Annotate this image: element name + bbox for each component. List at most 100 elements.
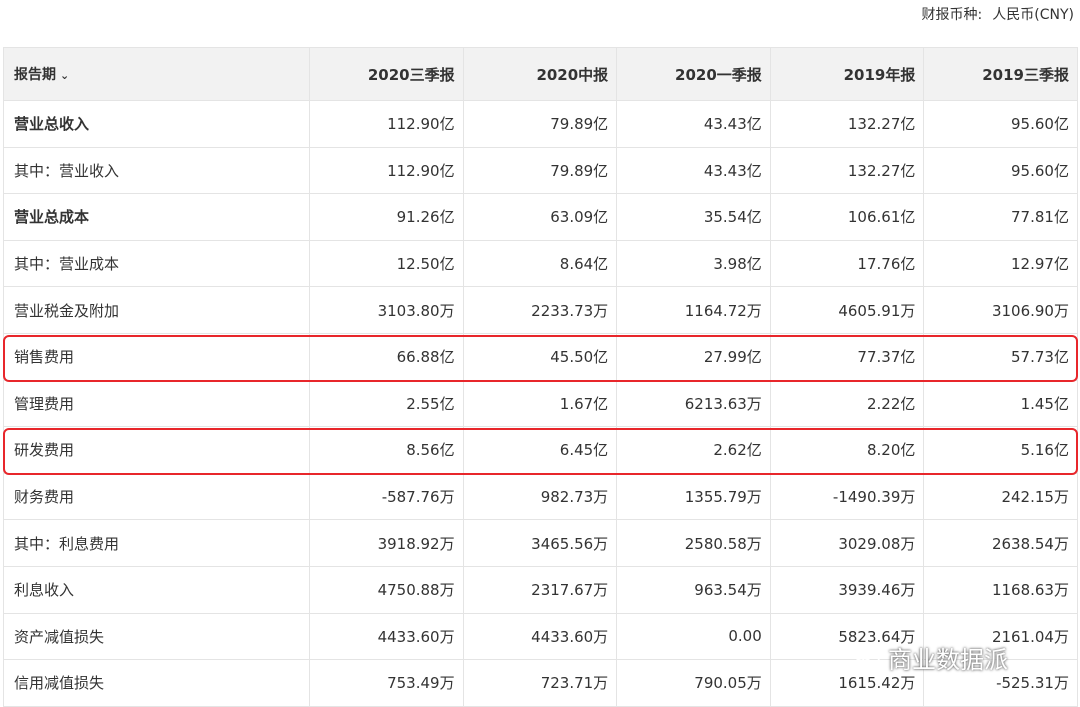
table-row: 销售费用 66.88亿 45.50亿 27.99亿 77.37亿 57.73亿 (3, 332, 1078, 381)
table-cell: 963.54万 (616, 565, 771, 614)
table-row: 营业税金及附加 3103.80万 2233.73万 1164.72万 4605.91万 3… (3, 286, 1078, 334)
table-cell: 2233.73万 (462, 286, 618, 334)
table-cell: 43.43亿 (616, 146, 771, 195)
table-cell: 6213.63万 (616, 379, 771, 428)
table-cell: 5.16亿 (923, 426, 1078, 474)
table-row: 研发费用 8.56亿 6.45亿 2.62亿 8.20亿 5.16亿 (3, 426, 1078, 474)
row-label: 信用减值损失 (3, 659, 310, 707)
column-header: 2020一季报 (616, 47, 771, 101)
row-label: 营业总成本 (3, 193, 310, 241)
table-cell: 3939.46万 (769, 565, 925, 614)
table-cell: 17.76亿 (769, 239, 925, 288)
table-cell: 0.00 (616, 612, 771, 661)
table-row: 营业总收入 112.90亿 79.89亿 43.43亿 132.27亿 95.60亿 (3, 100, 1078, 148)
table-cell: 12.97亿 (923, 239, 1078, 288)
table-cell: 1355.79万 (616, 472, 771, 521)
table-cell: 1164.72万 (616, 286, 771, 334)
table-cell: 723.71万 (462, 659, 618, 707)
currency-indicator: 财报币种: 人民币(CNY) (922, 4, 1074, 24)
table-cell: 35.54亿 (616, 193, 771, 241)
table-cell: 57.73亿 (923, 332, 1078, 381)
column-header: 2020三季报 (309, 47, 464, 101)
table-cell: 753.49万 (309, 659, 464, 707)
row-label: 其中：营业成本 (3, 239, 310, 288)
table-cell: 1168.63万 (923, 565, 1078, 614)
row-label: 研发费用 (3, 426, 310, 474)
period-selector[interactable]: 报告期 ⌄ (3, 47, 310, 101)
column-header: 2019年报 (769, 47, 925, 101)
table-cell: 132.27亿 (769, 100, 925, 148)
table-row: 其中：营业成本 12.50亿 8.64亿 3.98亿 17.76亿 12.97亿 (3, 239, 1078, 288)
table-cell: 112.90亿 (309, 100, 464, 148)
table-cell: 43.43亿 (616, 100, 771, 148)
currency-label: 财报币种: (921, 7, 983, 23)
table-cell: 106.61亿 (769, 193, 925, 241)
table-cell: 45.50亿 (462, 332, 618, 381)
table-cell: 77.37亿 (769, 332, 925, 381)
table-cell: 1.67亿 (462, 379, 618, 428)
row-label: 营业总收入 (3, 100, 310, 148)
watermark: 商业数据派 (852, 640, 1008, 675)
table-cell: 95.60亿 (923, 146, 1078, 195)
table-cell: 4605.91万 (769, 286, 925, 334)
chevron-down-icon: ⌄ (60, 68, 70, 82)
table-cell: 3918.92万 (309, 519, 464, 567)
row-label: 其中：营业收入 (3, 146, 310, 195)
row-label: 营业税金及附加 (3, 286, 310, 334)
table-cell: 2317.67万 (462, 565, 618, 614)
table-row: 利息收入 4750.88万 2317.67万 963.54万 3939.46万 1168.… (3, 565, 1078, 614)
row-label: 资产减值损失 (3, 612, 310, 661)
table-cell: 2.22亿 (769, 379, 925, 428)
table-cell: 95.60亿 (923, 100, 1078, 148)
row-label: 销售费用 (3, 332, 310, 381)
table-cell: -587.76万 (309, 472, 464, 521)
table-cell: 132.27亿 (769, 146, 925, 195)
table-cell: 112.90亿 (309, 146, 464, 195)
table-cell: 1.45亿 (923, 379, 1078, 428)
table-cell: 2.62亿 (616, 426, 771, 474)
currency-value: 人民币(CNY) (992, 7, 1074, 23)
table-cell: 3465.56万 (462, 519, 618, 567)
table-cell: 91.26亿 (309, 193, 464, 241)
table-row: 其中：营业收入 112.90亿 79.89亿 43.43亿 132.27亿 95.60亿 (3, 146, 1078, 195)
row-label: 利息收入 (3, 565, 310, 614)
table-row: 营业总成本 91.26亿 63.09亿 35.54亿 106.61亿 77.81亿 (3, 193, 1078, 241)
table-header-row: 报告期 ⌄ 2020三季报 2020中报 2020一季报 2019年报 2019三… (3, 47, 1078, 101)
table-cell: 4433.60万 (309, 612, 464, 661)
table-row: 其中：利息费用 3918.92万 3465.56万 2580.58万 3029.08万 2… (3, 519, 1078, 567)
table-cell: 79.89亿 (462, 100, 618, 148)
table-cell: -1490.39万 (769, 472, 925, 521)
table-cell: 27.99亿 (616, 332, 771, 381)
table-cell: 8.20亿 (769, 426, 925, 474)
table-cell: 2638.54万 (923, 519, 1078, 567)
income-statement-table: 报告期 ⌄ 2020三季报 2020中报 2020一季报 2019年报 2019三… (3, 47, 1078, 707)
wechat-icon (852, 643, 882, 673)
table-cell: 2.55亿 (309, 379, 464, 428)
table-cell: 3103.80万 (309, 286, 464, 334)
column-header: 2019三季报 (923, 47, 1078, 101)
table-row: 管理费用 2.55亿 1.67亿 6213.63万 2.22亿 1.45亿 (3, 379, 1078, 428)
table-cell: 790.05万 (616, 659, 771, 707)
table-cell: 8.64亿 (462, 239, 618, 288)
table-cell: 8.56亿 (309, 426, 464, 474)
table-cell: 79.89亿 (462, 146, 618, 195)
row-label: 财务费用 (3, 472, 310, 521)
table-cell: 2580.58万 (616, 519, 771, 567)
table-cell: 3106.90万 (923, 286, 1078, 334)
table-cell: 3.98亿 (616, 239, 771, 288)
table-cell: 12.50亿 (309, 239, 464, 288)
table-cell: 982.73万 (462, 472, 618, 521)
table-cell: 3029.08万 (769, 519, 925, 567)
row-label: 管理费用 (3, 379, 310, 428)
table-cell: 63.09亿 (462, 193, 618, 241)
table-cell: 77.81亿 (923, 193, 1078, 241)
row-label: 其中：利息费用 (3, 519, 310, 567)
column-header: 2020中报 (462, 47, 618, 101)
table-cell: 242.15万 (923, 472, 1078, 521)
table-cell: 6.45亿 (462, 426, 618, 474)
table-row: 财务费用 -587.76万 982.73万 1355.79万 -1490.39万 242.… (3, 472, 1078, 521)
watermark-text: 商业数据派 (888, 646, 1008, 674)
table-cell: 66.88亿 (309, 332, 464, 381)
table-cell: 4750.88万 (309, 565, 464, 614)
table-cell: 4433.60万 (462, 612, 618, 661)
